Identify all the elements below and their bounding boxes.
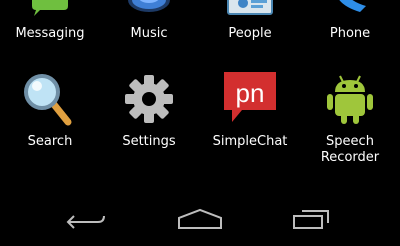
app-speech-recorder[interactable]: Speech Recorder: [300, 68, 400, 168]
home-icon[interactable]: [177, 208, 223, 230]
svg-text:pn: pn: [236, 78, 265, 108]
simplechat-icon: pn: [224, 72, 276, 122]
app-label: Messaging: [15, 26, 85, 41]
app-label: Music: [130, 26, 168, 41]
app-messaging[interactable]: Messaging: [0, 0, 100, 45]
phone-icon: [339, 0, 366, 12]
messaging-icon: [32, 0, 68, 16]
android-icon: [327, 75, 373, 124]
app-settings[interactable]: Settings: [99, 68, 199, 168]
app-phone[interactable]: Phone: [300, 0, 400, 45]
app-label: Speech Recorder: [320, 134, 380, 165]
app-label: Phone: [329, 26, 371, 41]
app-label: SimpleChat: [212, 134, 288, 149]
music-icon: [128, 0, 170, 12]
app-music[interactable]: Music: [99, 0, 199, 45]
search-icon: [24, 74, 72, 126]
gear-icon: [125, 75, 173, 123]
app-label: Settings: [122, 134, 176, 149]
app-label: People: [228, 26, 272, 41]
back-icon[interactable]: [66, 212, 106, 232]
app-search[interactable]: Search: [0, 68, 100, 168]
people-icon: [227, 0, 273, 15]
app-people[interactable]: People: [200, 0, 300, 45]
recents-icon[interactable]: [292, 208, 332, 230]
app-label: Search: [27, 134, 73, 149]
app-simplechat[interactable]: pn SimpleChat: [200, 68, 300, 168]
